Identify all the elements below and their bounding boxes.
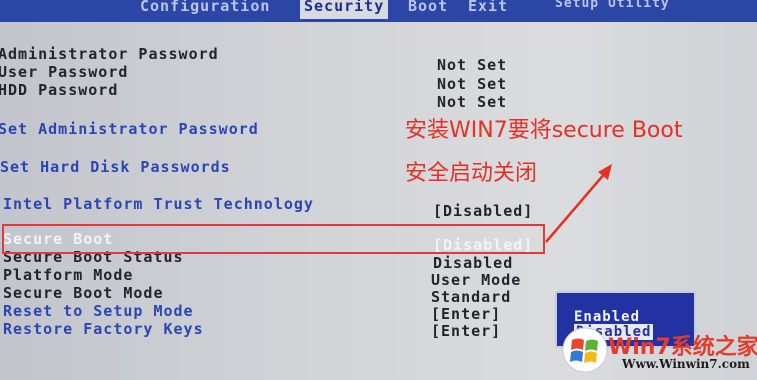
hdd-password-label: HDD Password [0,81,119,99]
bios-menu-bar: Configuration Security Boot Exit Setup U… [0,0,757,22]
popup-option-enabled[interactable]: Enabled [574,309,640,325]
secure-boot-mode-value: Standard [431,288,512,306]
hdd-password-value: Not Set [437,93,508,111]
restore-factory-keys-item[interactable]: Restore Factory Keys [3,320,204,338]
intel-ptt-item[interactable]: Intel Platform Trust Technology [3,195,314,213]
user-password-value: Not Set [437,75,508,93]
reset-to-setup-mode-item[interactable]: Reset to Setup Mode [3,302,194,320]
utility-title: Setup Utility [555,0,670,11]
administrator-password-value: Not Set [437,56,508,74]
watermark-url: Www.Winwin7.com [622,357,750,371]
platform-mode-label: Platform Mode [3,266,134,284]
set-hard-disk-passwords-item[interactable]: Set Hard Disk Passwords [0,158,231,176]
secure-boot-highlight-box [2,224,545,254]
tab-exit[interactable]: Exit [468,0,508,15]
annotation-line-2: 安全启动关闭 [405,161,538,186]
intel-ptt-value[interactable]: [Disabled] [433,202,533,220]
secure-boot-status-value: Disabled [433,254,514,272]
tab-boot[interactable]: Boot [408,0,448,15]
windows-logo-icon [562,327,608,373]
restore-factory-keys-value[interactable]: [Enter] [431,322,501,340]
administrator-password-label: Administrator Password [0,45,219,63]
tab-configuration[interactable]: Configuration [140,0,270,15]
secure-boot-mode-label: Secure Boot Mode [3,284,164,302]
reset-to-setup-mode-value[interactable]: [Enter] [431,305,501,323]
tab-security[interactable]: Security [300,0,389,19]
set-administrator-password-item[interactable]: Set Administrator Password [0,120,259,138]
user-password-label: User Password [0,63,129,81]
annotation-arrow-icon [545,164,612,243]
platform-mode-value: User Mode [431,271,522,289]
annotation-line-1: 安装WIN7要将secure Boot [405,118,683,143]
win7-watermark-logo: Win7系统之家 Www.Winwin7.com [560,325,757,380]
